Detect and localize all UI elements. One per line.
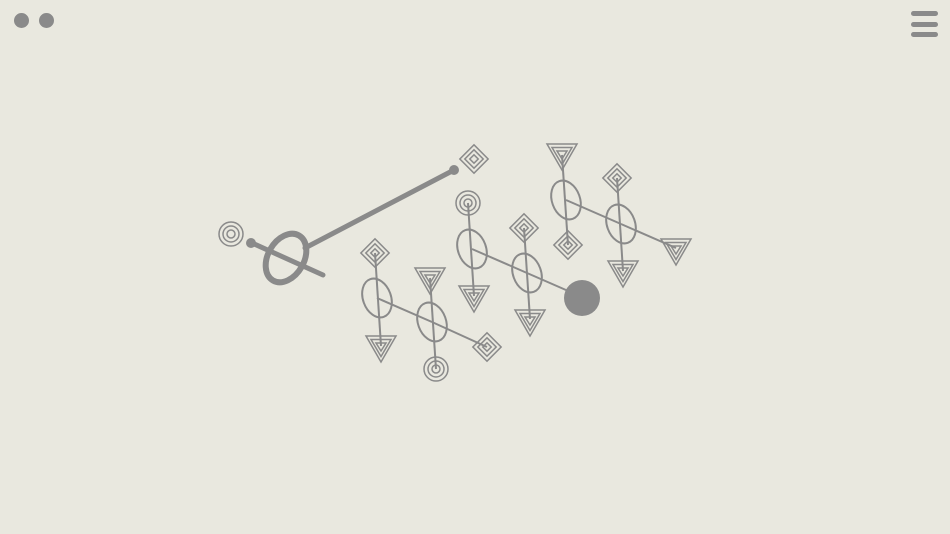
diamond-nodes [359,143,633,363]
spiral-triangle-node[interactable] [659,238,693,267]
circle-nodes [218,190,481,382]
spiral-circle-node[interactable] [218,221,244,247]
solid-circle-goal[interactable] [564,280,600,316]
spiral-triangle-node[interactable] [457,285,491,314]
spiral-triangle-node[interactable] [364,335,398,364]
triangle-nodes [364,143,693,364]
spiral-triangle-node[interactable] [513,309,547,338]
puzzle-board [218,143,693,382]
spiral-diamond-node[interactable] [458,143,490,175]
spiral-triangle-node[interactable] [606,260,640,289]
